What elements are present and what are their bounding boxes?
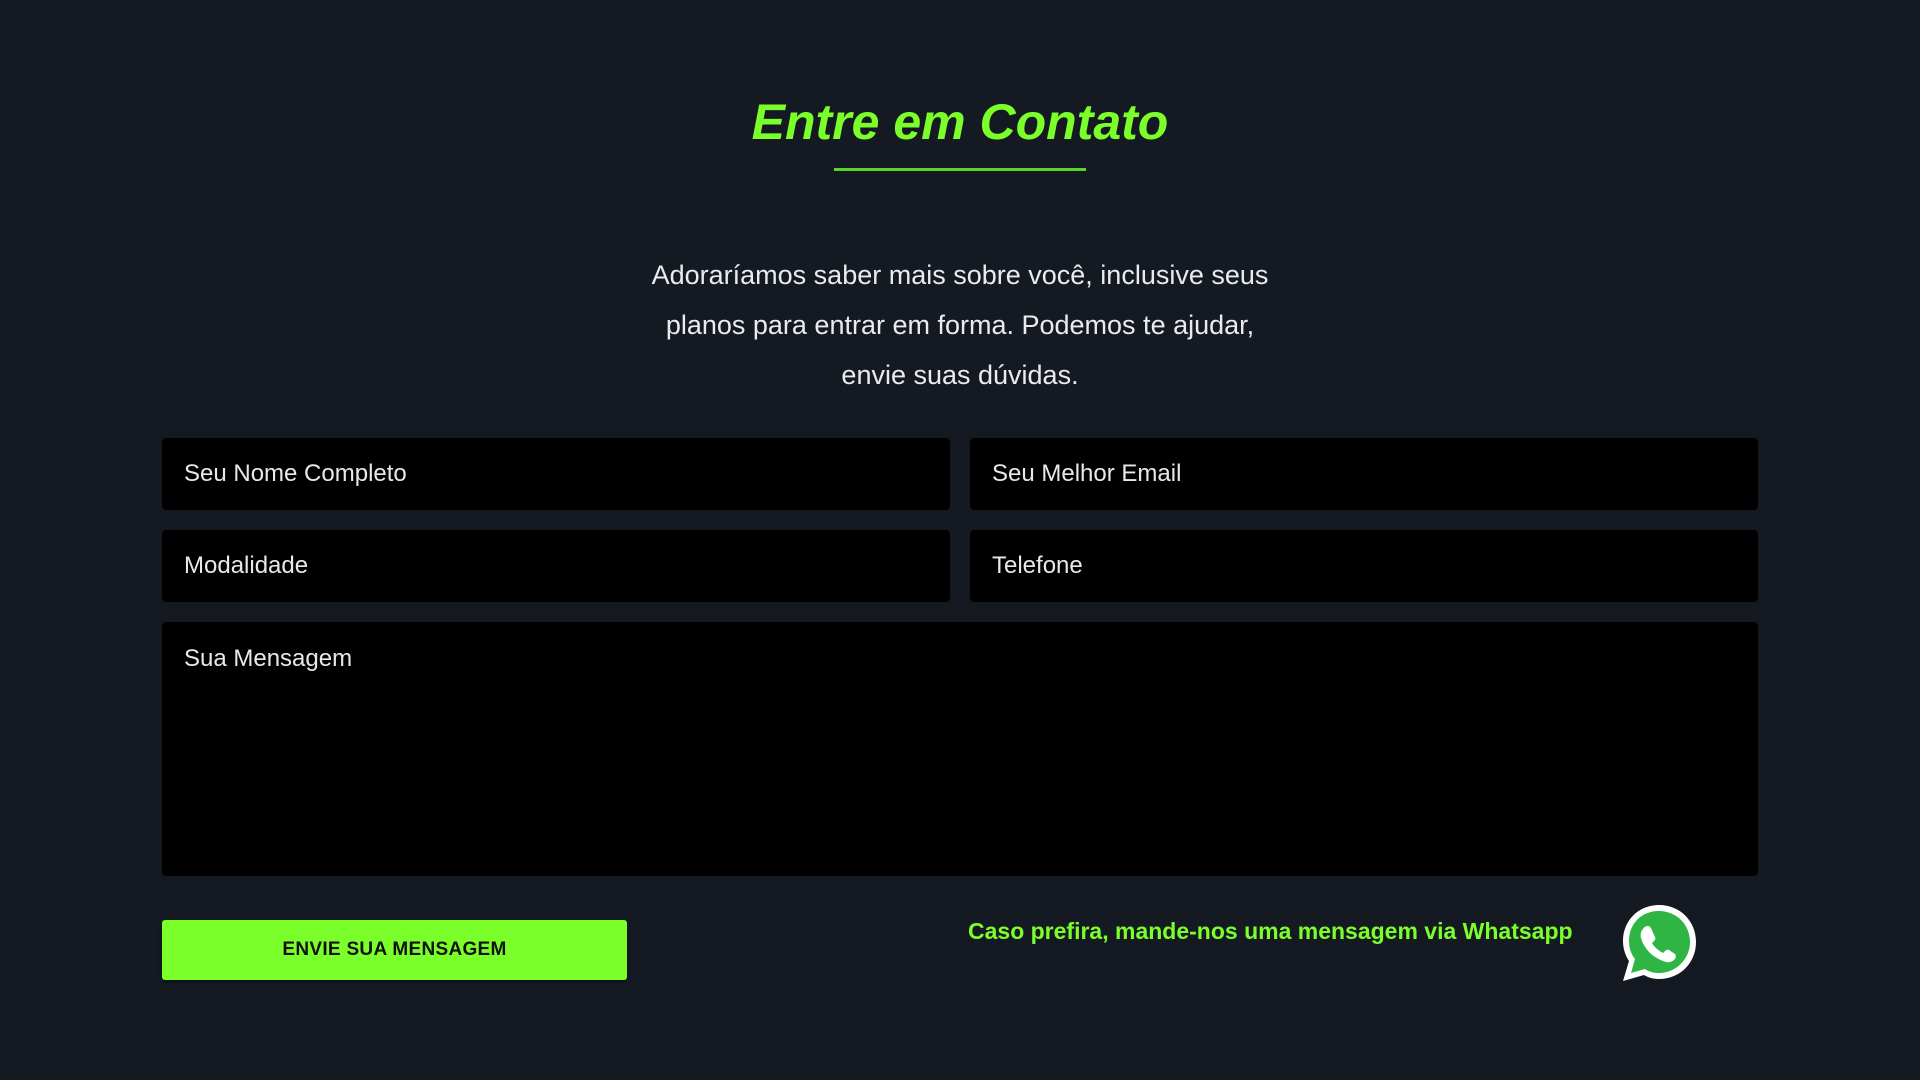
whatsapp-icon[interactable] xyxy=(1618,902,1700,984)
phone-input[interactable] xyxy=(970,530,1758,602)
message-textarea[interactable] xyxy=(162,622,1758,876)
section-title: Entre em Contato xyxy=(751,94,1169,150)
modality-input[interactable] xyxy=(162,530,950,602)
title-underline xyxy=(834,168,1086,171)
contact-section: Entre em Contato Adoraríamos saber mais … xyxy=(0,0,1920,1080)
intro-text: Adoraríamos saber mais sobre você, inclu… xyxy=(651,260,1269,390)
full-name-input[interactable] xyxy=(162,438,950,510)
email-input[interactable] xyxy=(970,438,1758,510)
whatsapp-prompt-text: Caso prefira, mande-nos uma mensagem via… xyxy=(968,918,1573,944)
send-message-button[interactable]: ENVIE SUA MENSAGEM xyxy=(162,920,627,980)
